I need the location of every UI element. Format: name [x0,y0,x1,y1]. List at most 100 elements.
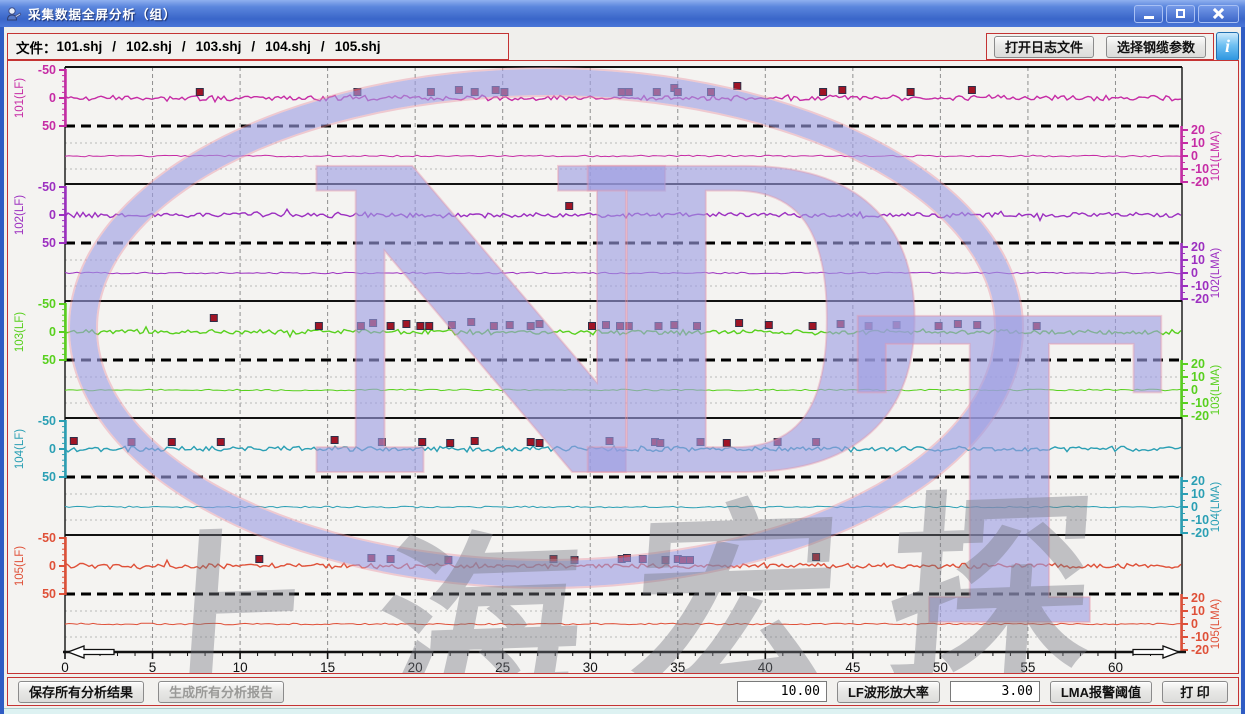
defect-marker[interactable] [501,89,508,96]
x-tick-label: 45 [845,660,860,673]
defect-marker[interactable] [603,322,610,329]
defect-marker[interactable] [657,440,664,447]
defect-marker[interactable] [527,439,534,446]
defect-marker[interactable] [368,555,375,562]
defect-marker[interactable] [680,557,687,564]
defect-marker[interactable] [617,323,624,330]
defect-marker[interactable] [168,439,175,446]
defect-marker[interactable] [387,556,394,563]
maximize-button[interactable] [1166,5,1195,23]
open-log-button[interactable]: 打开日志文件 [994,36,1094,58]
defect-marker[interactable] [196,89,203,96]
defect-marker[interactable] [907,89,914,96]
defect-marker[interactable] [448,322,455,329]
defect-marker[interactable] [708,89,715,96]
defect-marker[interactable] [837,321,844,328]
defect-marker[interactable] [315,323,322,330]
defect-marker[interactable] [736,320,743,327]
defect-marker[interactable] [765,322,772,329]
minimize-button[interactable] [1134,5,1163,23]
defect-marker[interactable] [370,320,377,327]
defect-marker[interactable] [589,323,596,330]
defect-marker[interactable] [1033,323,1040,330]
defect-marker[interactable] [813,439,820,446]
defect-marker[interactable] [128,439,135,446]
lf-axis-label: 102(LF) [14,195,26,235]
lf-gain-button[interactable]: LF波形放大率 [837,681,940,703]
defect-marker[interactable] [694,323,701,330]
defect-marker[interactable] [687,557,694,564]
defect-marker[interactable] [653,89,660,96]
defect-marker[interactable] [625,323,632,330]
defect-marker[interactable] [674,89,681,96]
lma-threshold-button[interactable]: LMA报警阈值 [1050,681,1152,703]
defect-marker[interactable] [427,89,434,96]
lma-threshold-input[interactable] [950,681,1040,702]
select-cable-params-button[interactable]: 选择钢缆参数 [1106,36,1206,58]
defect-marker[interactable] [471,89,478,96]
defect-marker[interactable] [662,557,669,564]
lf-tick-label: -50 [38,63,56,77]
lma-trace [65,389,1181,391]
defect-marker[interactable] [217,439,224,446]
defect-marker[interactable] [447,440,454,447]
defect-marker[interactable] [70,438,77,445]
defect-marker[interactable] [357,323,364,330]
defect-marker[interactable] [536,321,543,328]
defect-marker[interactable] [445,557,452,564]
defect-marker[interactable] [471,438,478,445]
defect-marker[interactable] [468,319,475,326]
defect-marker[interactable] [935,323,942,330]
defect-marker[interactable] [331,437,338,444]
defect-marker[interactable] [536,440,543,447]
defect-marker[interactable] [354,89,361,96]
defect-marker[interactable] [527,323,534,330]
defect-marker[interactable] [210,315,217,322]
defect-marker[interactable] [378,439,385,446]
defect-marker[interactable] [697,439,704,446]
defect-marker[interactable] [387,323,394,330]
defect-marker[interactable] [624,555,631,562]
defect-marker[interactable] [550,556,557,563]
defect-marker[interactable] [426,323,433,330]
defect-marker[interactable] [625,89,632,96]
defect-marker[interactable] [954,321,961,328]
defect-marker[interactable] [506,322,513,329]
defect-marker[interactable] [839,87,846,94]
defect-marker[interactable] [893,322,900,329]
defect-marker[interactable] [671,322,678,329]
close-button[interactable] [1198,5,1239,23]
defect-marker[interactable] [774,439,781,446]
info-button[interactable]: i [1216,32,1239,61]
defect-marker[interactable] [566,203,573,210]
defect-marker[interactable] [571,557,578,564]
file-name: 104.shj [265,39,311,54]
print-button[interactable]: 打 印 [1162,681,1228,703]
defect-marker[interactable] [606,438,613,445]
defect-marker[interactable] [734,83,741,90]
defect-marker[interactable] [820,89,827,96]
defect-marker[interactable] [813,554,820,561]
defect-marker[interactable] [865,323,872,330]
lf-gain-input[interactable] [737,681,827,702]
defect-marker[interactable] [492,87,499,94]
defect-marker[interactable] [256,556,263,563]
x-tick-label: 30 [583,660,598,673]
defect-marker[interactable] [974,322,981,329]
defect-marker[interactable] [490,323,497,330]
x-scroll-right-arrow[interactable] [1133,646,1179,658]
file-separator: / [172,39,196,54]
defect-marker[interactable] [639,556,646,563]
defect-marker[interactable] [455,87,462,94]
defect-marker[interactable] [618,89,625,96]
defect-marker[interactable] [809,323,816,330]
x-scroll-left-arrow[interactable] [68,646,114,658]
x-tick-label: 60 [1108,660,1123,673]
defect-marker[interactable] [419,439,426,446]
defect-marker[interactable] [723,440,730,447]
defect-marker[interactable] [655,323,662,330]
defect-marker[interactable] [417,323,424,330]
defect-marker[interactable] [968,87,975,94]
save-all-results-button[interactable]: 保存所有分析结果 [18,681,144,703]
defect-marker[interactable] [403,321,410,328]
